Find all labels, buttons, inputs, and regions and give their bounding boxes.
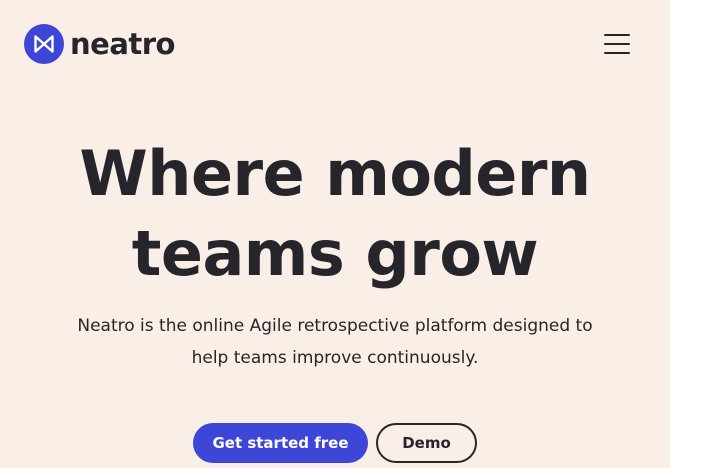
bowtie-mark-icon — [24, 24, 64, 64]
get-started-button[interactable]: Get started free — [193, 423, 368, 463]
hero-subtitle: Neatro is the online Agile retrospective… — [55, 310, 615, 374]
brand-name: neatro — [70, 27, 175, 61]
browser-viewport: neatro Where modern teams grow Neatro is… — [0, 0, 702, 468]
logo-link[interactable]: neatro — [24, 24, 175, 64]
hamburger-menu-icon[interactable] — [604, 31, 630, 57]
landing-page: neatro Where modern teams grow Neatro is… — [0, 0, 670, 468]
hero-subtitle-line2: help teams improve continuously. — [191, 348, 479, 368]
hero-title: Where modern teams grow — [0, 134, 670, 294]
menu-bar-top — [604, 34, 630, 36]
demo-button[interactable]: Demo — [376, 423, 477, 463]
hero-title-line1: Where modern — [79, 137, 591, 210]
menu-bar-bottom — [604, 52, 630, 54]
cta-row: Get started free Demo — [193, 423, 477, 463]
hero-subtitle-line1: Neatro is the online Agile retrospective… — [77, 316, 593, 336]
hero-title-line2: teams grow — [131, 217, 539, 290]
site-header: neatro — [24, 24, 630, 64]
menu-bar-middle — [604, 43, 630, 45]
